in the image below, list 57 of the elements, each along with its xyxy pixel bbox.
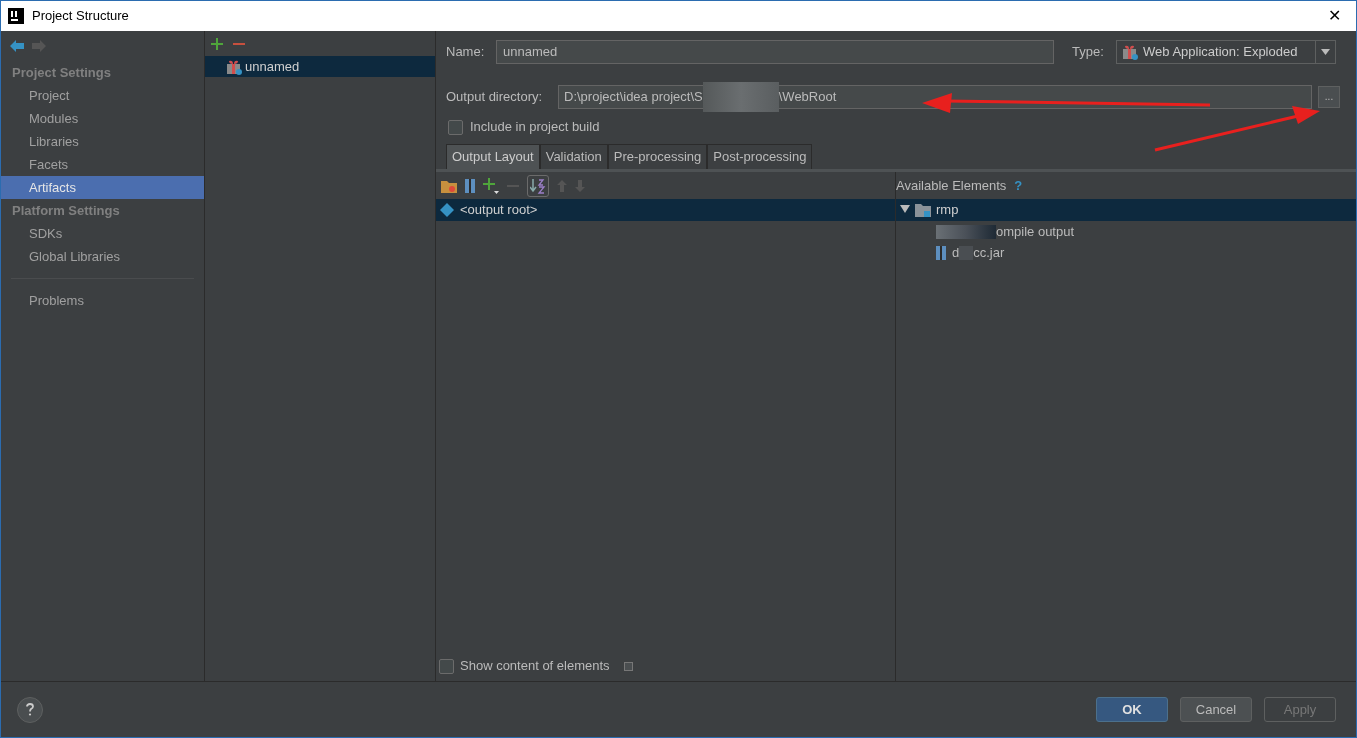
new-folder-icon[interactable]: [441, 178, 457, 193]
app-icon: [8, 8, 24, 24]
checkbox[interactable]: [448, 119, 463, 135]
field-label: Output directory:: [446, 88, 544, 107]
window-title: Project Structure: [32, 7, 129, 26]
help-button[interactable]: [17, 696, 43, 723]
sidebar-item[interactable]: Modules: [1, 107, 204, 130]
sidebar-item[interactable]: Libraries: [1, 130, 204, 153]
blurred-region: [936, 224, 996, 239]
tree-row[interactable]: <output root>: [436, 199, 895, 221]
default-button[interactable]: OK: [1096, 697, 1168, 722]
sort-button[interactable]: [527, 174, 549, 197]
expand-arrow-icon[interactable]: [900, 205, 910, 215]
archive-icon[interactable]: [465, 178, 475, 193]
tree-item[interactable]: ompile output: [996, 221, 1075, 242]
sidebar-item[interactable]: Global Libraries: [1, 245, 204, 268]
gift-icon: [1122, 44, 1138, 60]
folder-icon: [915, 203, 931, 217]
tree-item[interactable]: d: [952, 242, 960, 263]
browse-button[interactable]: ...: [1318, 86, 1340, 108]
name-field[interactable]: unnamed: [496, 40, 1054, 64]
dropdown-arrow-icon: [1321, 49, 1330, 55]
close-button[interactable]: ✕: [1319, 4, 1349, 28]
tree-item[interactable]: cc.jar: [973, 242, 1005, 263]
section-title: Project Settings: [12, 63, 111, 82]
sort-icon: [530, 177, 546, 194]
archive-icon: [936, 245, 946, 260]
section-title: Platform Settings: [12, 201, 120, 220]
checkbox[interactable]: [439, 658, 454, 674]
help-icon[interactable]: ?: [1014, 175, 1023, 196]
field-label: Type:: [1072, 43, 1105, 62]
gift-icon: [226, 58, 242, 75]
tree-row[interactable]: rmp: [896, 199, 1356, 221]
small-square-icon: [623, 661, 633, 671]
type-dropdown[interactable]: Web Application: Exploded: [1116, 40, 1336, 64]
add-dropdown-icon[interactable]: [483, 177, 499, 194]
tab[interactable]: Pre-processing: [607, 144, 708, 169]
diamond-icon: [440, 203, 454, 217]
remove-icon[interactable]: [233, 42, 245, 45]
checkbox-label[interactable]: Show content of elements: [460, 656, 610, 676]
field-label: Name:: [446, 43, 486, 62]
checkbox-label[interactable]: Include in project build: [470, 117, 600, 137]
sidebar-item[interactable]: Problems: [29, 290, 84, 311]
tab[interactable]: Output Layout: [446, 144, 540, 169]
sidebar-item[interactable]: Facets: [1, 153, 204, 176]
output-directory-field[interactable]: D:\project\idea project\S \WebRoot: [558, 85, 1312, 109]
sidebar-item[interactable]: Artifacts: [1, 176, 204, 199]
sidebar-item[interactable]: SDKs: [1, 222, 204, 245]
question-mark-icon: [26, 703, 34, 716]
artifact-item[interactable]: unnamed: [205, 56, 435, 77]
sidebar-item[interactable]: Project: [1, 84, 204, 107]
panel-title: Available Elements: [896, 176, 1007, 195]
add-icon[interactable]: [211, 37, 223, 50]
normal-button[interactable]: Cancel: [1180, 697, 1252, 722]
back-arrow-icon[interactable]: [10, 40, 24, 52]
tab[interactable]: Post-processing: [707, 144, 813, 169]
tab[interactable]: Validation: [539, 144, 608, 169]
